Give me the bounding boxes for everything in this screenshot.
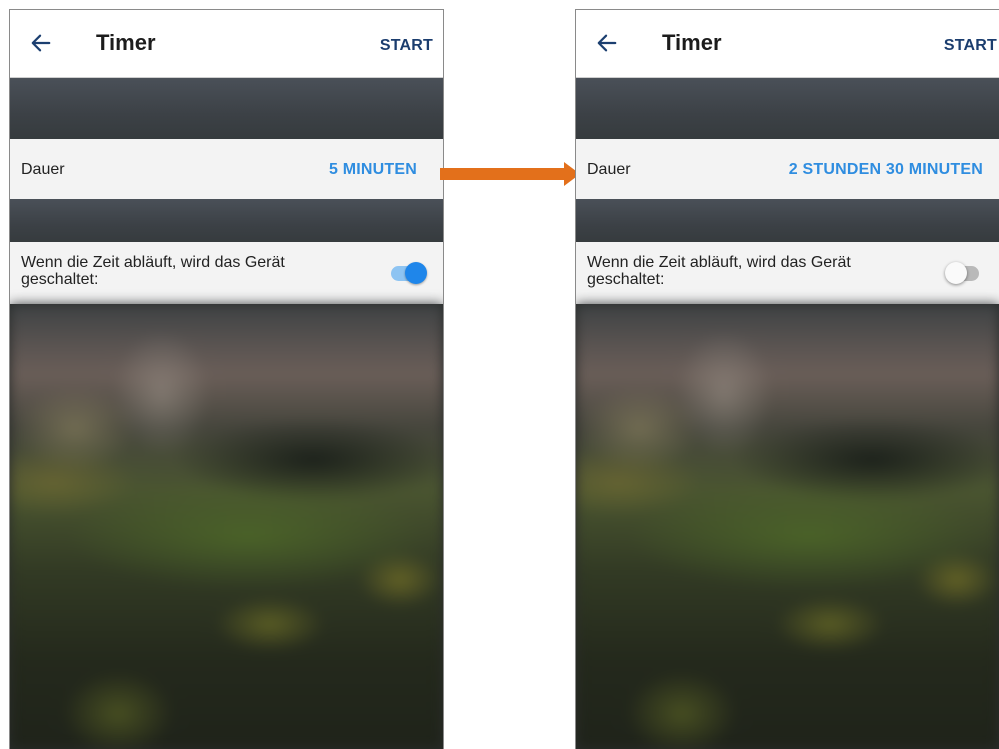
timer-screen-after: Timer START Dauer 2 STUNDEN 30 MINUTEN W… bbox=[575, 9, 999, 749]
background-band bbox=[10, 78, 443, 139]
page-title: Timer bbox=[662, 30, 722, 55]
start-button[interactable]: START bbox=[380, 37, 433, 55]
timer-screen-before: Timer START Dauer 5 MINUTEN Wenn die Zei… bbox=[9, 9, 444, 749]
duration-label: Dauer bbox=[21, 161, 65, 178]
background-band bbox=[576, 199, 999, 242]
duration-row[interactable]: Dauer 2 STUNDEN 30 MINUTEN bbox=[576, 139, 999, 200]
switch-label: Wenn die Zeit abläuft, wird das Gerät ge… bbox=[587, 254, 851, 288]
switch-row: Wenn die Zeit abläuft, wird das Gerät ge… bbox=[10, 242, 443, 304]
duration-row[interactable]: Dauer 5 MINUTEN bbox=[10, 139, 443, 200]
page-title: Timer bbox=[96, 30, 156, 55]
blurred-background-image bbox=[10, 304, 443, 749]
right-arrow-icon bbox=[440, 162, 580, 186]
switch-label: Wenn die Zeit abläuft, wird das Gerät ge… bbox=[21, 254, 285, 288]
background-band bbox=[10, 199, 443, 242]
toggle-knob bbox=[405, 262, 427, 284]
app-bar: Timer START bbox=[576, 10, 999, 78]
duration-label: Dauer bbox=[587, 161, 631, 178]
app-bar: Timer START bbox=[10, 10, 443, 78]
device-switch-toggle[interactable] bbox=[945, 260, 983, 286]
blurred-background-image bbox=[576, 304, 999, 749]
arrow-left-icon[interactable] bbox=[30, 32, 52, 54]
toggle-knob bbox=[945, 262, 967, 284]
start-button[interactable]: START bbox=[944, 37, 997, 55]
switch-row: Wenn die Zeit abläuft, wird das Gerät ge… bbox=[576, 242, 999, 304]
duration-value[interactable]: 2 STUNDEN 30 MINUTEN bbox=[789, 161, 983, 179]
arrow-left-icon[interactable] bbox=[596, 32, 618, 54]
device-switch-toggle[interactable] bbox=[389, 260, 427, 286]
duration-value[interactable]: 5 MINUTEN bbox=[329, 161, 417, 179]
background-band bbox=[576, 78, 999, 139]
